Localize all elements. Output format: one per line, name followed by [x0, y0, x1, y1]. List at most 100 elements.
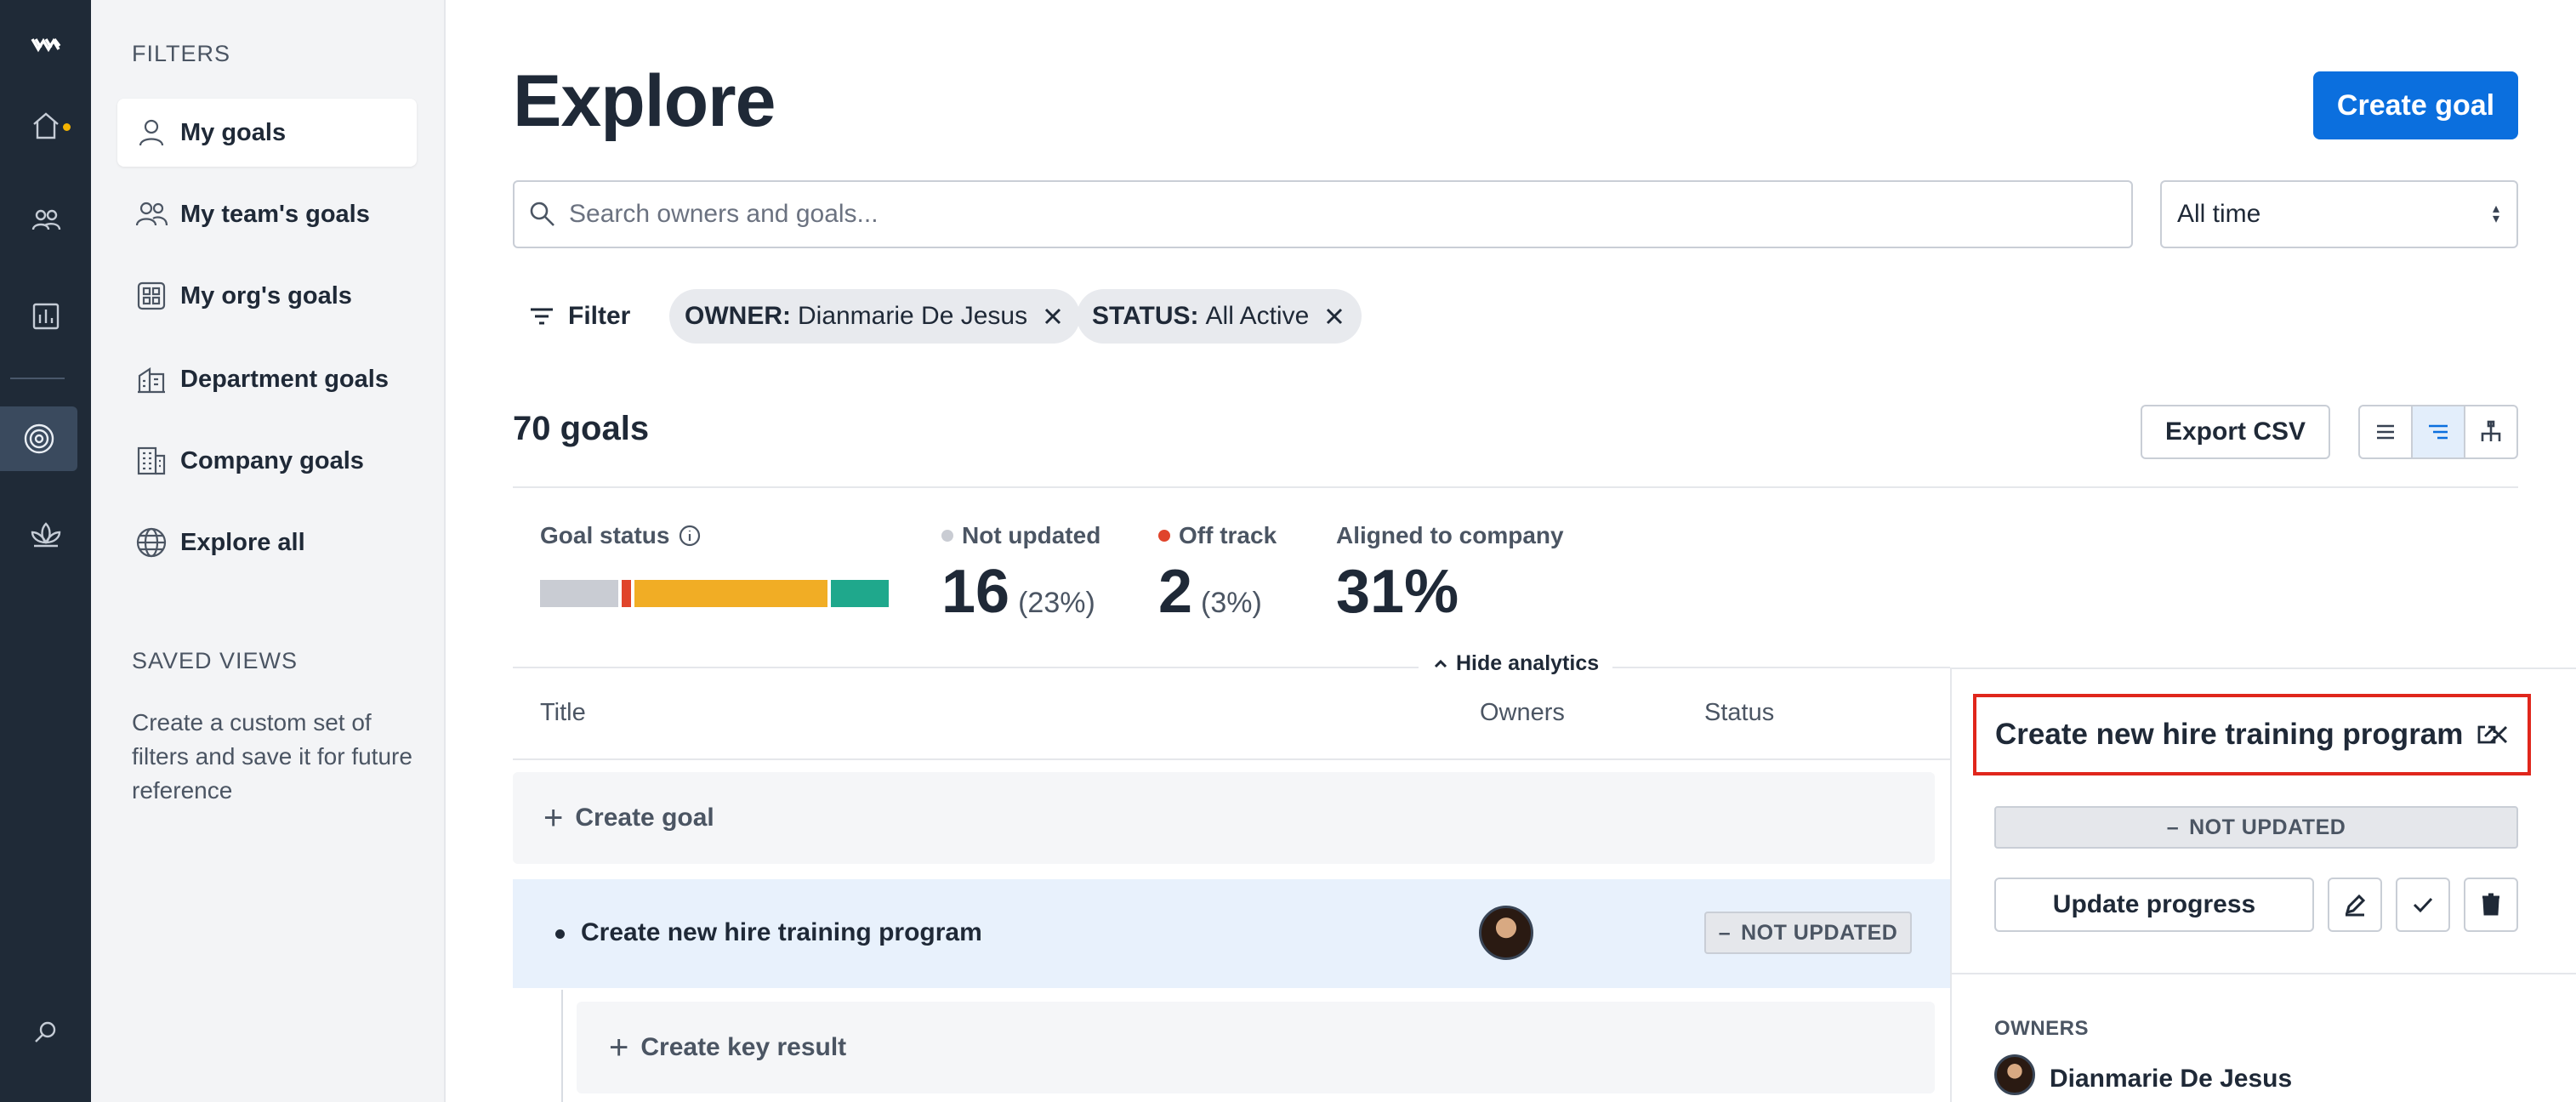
filter-button-label: Filter: [568, 302, 631, 330]
tree-icon: [2481, 420, 2501, 441]
search-input[interactable]: [569, 200, 2100, 229]
plus-icon: +: [609, 1028, 629, 1066]
info-icon[interactable]: [678, 524, 702, 548]
close-icon[interactable]: [1322, 304, 1346, 328]
create-goal-row-label: Create goal: [575, 804, 714, 832]
target-icon[interactable]: [0, 406, 77, 471]
not-updated-text: Not updated: [962, 522, 1101, 548]
check-icon: [2413, 897, 2433, 913]
indented-view-button[interactable]: [2413, 406, 2465, 457]
page-title: Explore: [513, 60, 776, 142]
status-badge-text: NOT UPDATED: [1741, 920, 1898, 945]
saved-views-description: Create a custom set of filters and save …: [132, 709, 412, 804]
dash-icon: –: [2166, 815, 2180, 839]
indent-list-icon: [2429, 424, 2448, 440]
tree-view-button[interactable]: [2465, 406, 2516, 457]
filter-explore-all[interactable]: Explore all: [117, 508, 417, 577]
chart-icon[interactable]: [0, 284, 91, 349]
select-caret-icon: ▴ ▾: [2492, 202, 2499, 226]
hide-analytics-button[interactable]: Hide analytics: [1419, 651, 1613, 676]
logo-icon[interactable]: [0, 12, 91, 77]
aligned-label: Aligned to company: [1336, 522, 1564, 549]
people-icon[interactable]: [0, 187, 91, 252]
home-icon[interactable]: [0, 94, 91, 158]
divider: [1950, 973, 2576, 974]
filters-sidebar: FILTERS My goals My team's goals My org'…: [91, 0, 446, 1102]
off-track-value: 2: [1158, 558, 1193, 626]
chip-key: STATUS:: [1092, 302, 1199, 330]
column-header-status[interactable]: Status: [1704, 699, 1774, 727]
create-goal-button[interactable]: Create goal: [2313, 71, 2518, 139]
status-badge: – NOT UPDATED: [1704, 912, 1912, 954]
not-updated-percent: (23%): [1018, 587, 1095, 619]
goal-status-bar: [540, 580, 889, 607]
not-updated-stat: 16 (23%): [941, 557, 1095, 627]
off-track-text: Off track: [1179, 522, 1277, 548]
column-header-owners[interactable]: Owners: [1480, 699, 1565, 727]
status-segment-on-track: [831, 580, 889, 607]
owner-filter-chip: OWNER: Dianmarie De Jesus: [669, 289, 1081, 344]
view-toggle-group: [2358, 405, 2518, 459]
close-icon[interactable]: [1041, 304, 1065, 328]
filter-button[interactable]: Filter: [527, 298, 630, 335]
filter-my-teams-goals[interactable]: My team's goals: [117, 180, 417, 248]
plus-icon: +: [543, 798, 564, 837]
filters-heading: FILTERS: [132, 41, 231, 66]
filter-label: My goals: [180, 118, 287, 146]
filter-my-orgs-goals[interactable]: My org's goals: [117, 262, 417, 330]
divider: [513, 486, 2518, 488]
globe-icon: [136, 527, 167, 558]
org-icon: [137, 281, 166, 310]
filter-department-goals[interactable]: Department goals: [117, 345, 417, 413]
search-box[interactable]: [513, 180, 2133, 248]
list-view-button[interactable]: [2360, 406, 2413, 457]
panel-status-text: NOT UPDATED: [2189, 815, 2346, 839]
trash-icon: [2482, 893, 2499, 916]
tree-connector: [561, 990, 563, 1102]
edit-button[interactable]: [2328, 878, 2382, 932]
status-segment-at-risk: [634, 580, 828, 607]
rail-divider: [10, 378, 65, 379]
create-goal-row[interactable]: + Create goal: [513, 772, 1935, 864]
owner-name[interactable]: Dianmarie De Jesus: [2050, 1065, 2292, 1093]
list-icon: [2377, 424, 2394, 440]
avatar[interactable]: [1994, 1054, 2035, 1095]
owners-heading: OWNERS: [1994, 1017, 2089, 1040]
export-csv-button[interactable]: Export CSV: [2141, 405, 2330, 459]
aligned-stat: 31%: [1336, 558, 1459, 626]
off-track-dot: [1158, 530, 1170, 542]
filter-my-goals[interactable]: My goals: [117, 99, 417, 167]
divider: [513, 667, 1950, 668]
divider: [513, 758, 1950, 760]
person-icon: [139, 119, 164, 146]
panel-status-badge: – NOT UPDATED: [1994, 806, 2518, 849]
hide-analytics-label: Hide analytics: [1456, 651, 1600, 675]
update-progress-button[interactable]: Update progress: [1994, 878, 2314, 932]
notification-dot: [63, 123, 71, 131]
chip-value: Dianmarie De Jesus: [797, 302, 1028, 330]
avatar[interactable]: [1479, 906, 1533, 960]
delete-button[interactable]: [2464, 878, 2518, 932]
aligned-text: Aligned to company: [1336, 522, 1564, 548]
panel-title[interactable]: Create new hire training program: [1995, 718, 2463, 752]
chevron-up-icon: [1434, 659, 1447, 667]
status-segment-not-updated: [540, 580, 618, 607]
column-header-title[interactable]: Title: [540, 699, 586, 727]
filter-label: My org's goals: [180, 281, 352, 310]
complete-button[interactable]: [2396, 878, 2450, 932]
filter-company-goals[interactable]: Company goals: [117, 427, 417, 495]
create-key-result-row[interactable]: + Create key result: [577, 1002, 1935, 1093]
search-icon[interactable]: [0, 1000, 91, 1065]
off-track-stat: 2 (3%): [1158, 557, 1262, 627]
time-range-select[interactable]: All time ▴ ▾: [2160, 180, 2518, 248]
not-updated-dot: [941, 530, 953, 542]
bullet-icon: [555, 929, 565, 939]
off-track-percent: (3%): [1201, 587, 1262, 619]
lotus-icon[interactable]: [0, 502, 91, 566]
create-key-result-label: Create key result: [640, 1033, 847, 1061]
close-icon[interactable]: [2485, 721, 2512, 748]
goals-count: 70 goals: [513, 410, 650, 447]
chip-value: All Active: [1205, 302, 1310, 330]
filter-label: Company goals: [180, 446, 364, 474]
goal-title[interactable]: Create new hire training program: [581, 918, 982, 947]
